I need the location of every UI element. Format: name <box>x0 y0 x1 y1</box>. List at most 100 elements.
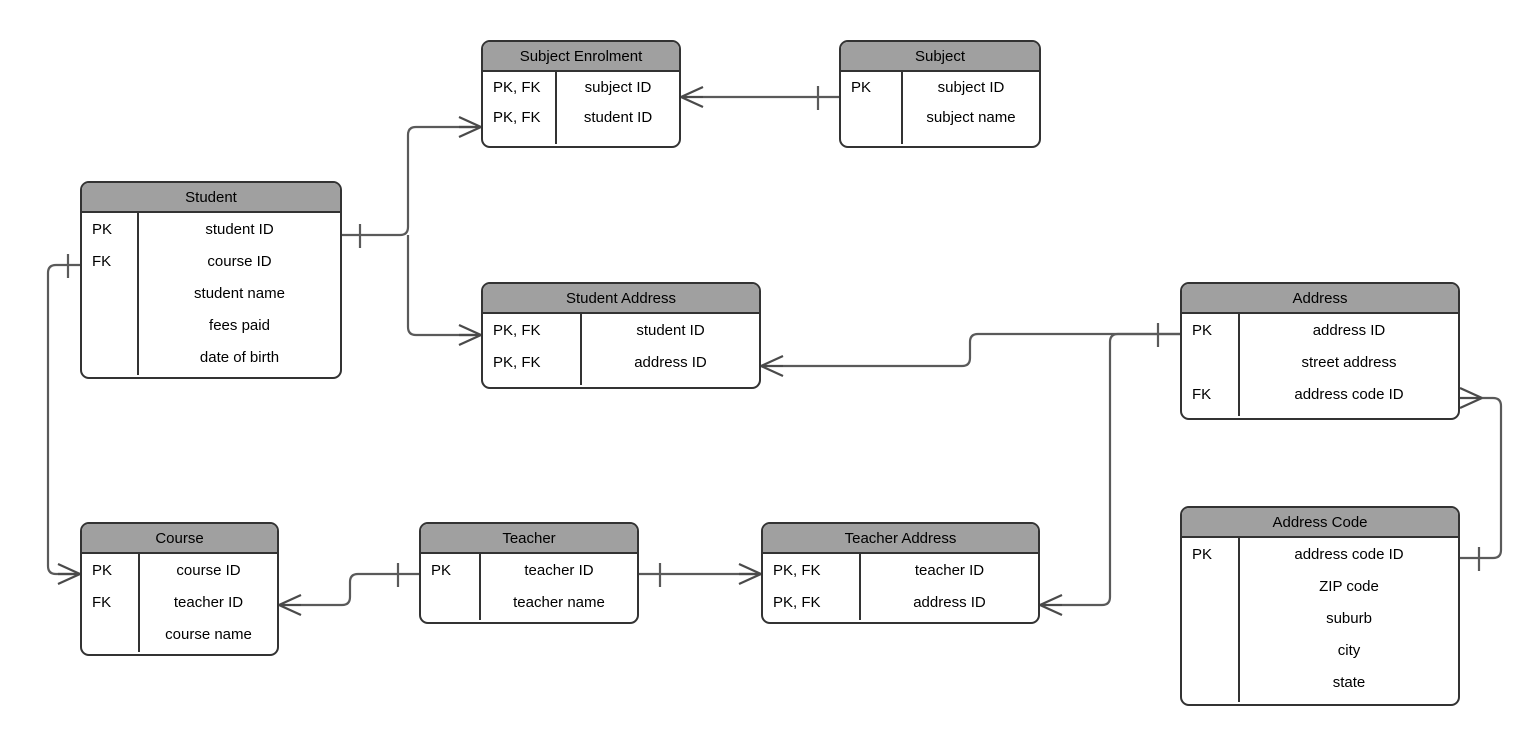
key-cell <box>1182 602 1238 634</box>
key-cell: PK <box>851 78 872 96</box>
attribute-filler <box>861 618 1038 620</box>
crowfoot-many <box>458 115 482 139</box>
entity-subject-enrolment[interactable]: Subject Enrolment PK, FK PK, FK subject … <box>481 40 681 148</box>
attribute-cell: teacher ID <box>524 561 594 579</box>
crowfoot-many <box>760 354 784 378</box>
entity-student[interactable]: Student PK FK student ID course ID stude… <box>80 181 342 379</box>
key-cell: PK <box>1192 545 1213 563</box>
entity-teacher[interactable]: Teacher PK teacher ID teacher name <box>419 522 639 624</box>
key-cell: FK <box>92 252 112 270</box>
key-cell <box>841 102 901 132</box>
key-column: PK <box>841 72 903 144</box>
key-cell: PK <box>92 561 113 579</box>
attribute-cell: student name <box>194 284 285 302</box>
key-cell: PK, FK <box>493 353 541 371</box>
entity-student-address[interactable]: Student Address PK, FK PK, FK student ID… <box>481 282 761 389</box>
attribute-cell: fees paid <box>209 316 270 334</box>
attribute-cell: teacher name <box>513 593 605 611</box>
attribute-column: subject ID subject name <box>903 72 1039 144</box>
key-column: PK <box>1182 538 1240 702</box>
key-cell: PK, FK <box>493 108 541 126</box>
attribute-filler <box>1240 410 1458 416</box>
crowfoot-many <box>57 562 81 586</box>
entity-attributes: PK, FK PK, FK subject ID student ID <box>483 72 679 144</box>
attribute-cell: subject ID <box>584 78 652 96</box>
attribute-cell: student ID <box>583 108 653 126</box>
entity-title: Teacher Address <box>763 524 1038 554</box>
attribute-cell: address ID <box>634 353 707 371</box>
key-cell <box>82 277 137 309</box>
connector-course-student <box>46 254 81 586</box>
key-cell: PK <box>92 220 113 238</box>
attribute-column: student ID course ID student name fees p… <box>139 213 340 375</box>
crowfoot-many <box>1039 593 1063 617</box>
entity-address-code[interactable]: Address Code PK address code ID ZIP code… <box>1180 506 1460 706</box>
attribute-cell: suburb <box>1326 609 1372 627</box>
key-cell <box>82 309 137 341</box>
attribute-cell: course ID <box>207 252 272 270</box>
connector-teacher-address-address <box>1039 332 1180 617</box>
key-column: PK, FK PK, FK <box>483 314 582 385</box>
key-cell: PK, FK <box>773 561 821 579</box>
entity-attributes: PK teacher ID teacher name <box>421 554 637 620</box>
key-filler <box>82 373 137 375</box>
entity-title: Student <box>82 183 340 213</box>
attribute-column: student ID address ID <box>582 314 759 385</box>
entity-address[interactable]: Address PK FK address ID street address … <box>1180 282 1460 420</box>
er-diagram-canvas: Subject Enrolment PK, FK PK, FK subject … <box>0 0 1540 744</box>
entity-attributes: PK FK address ID street address address … <box>1182 314 1458 416</box>
attribute-cell: date of birth <box>199 348 280 366</box>
key-column: PK, FK PK, FK <box>763 554 861 620</box>
attribute-filler <box>557 132 679 144</box>
key-column: PK FK <box>82 213 139 375</box>
entity-title: Address Code <box>1182 508 1458 538</box>
attribute-filler <box>1240 698 1458 702</box>
entity-attributes: PK subject ID subject name <box>841 72 1039 144</box>
key-cell: PK, FK <box>493 78 541 96</box>
crowfoot-many <box>278 593 302 617</box>
key-filler <box>841 132 901 144</box>
attribute-cell: address ID <box>913 593 986 611</box>
key-filler <box>483 132 555 144</box>
attribute-filler <box>481 618 637 620</box>
attribute-cell: address code ID <box>1294 385 1404 403</box>
key-cell: FK <box>1192 385 1212 403</box>
attribute-cell: teacher ID <box>173 593 244 611</box>
attribute-cell: subject name <box>926 108 1016 126</box>
key-cell: PK, FK <box>773 593 821 611</box>
attribute-column: teacher ID address ID <box>861 554 1038 620</box>
attribute-filler <box>139 373 340 375</box>
key-cell <box>421 586 479 618</box>
entity-teacher-address[interactable]: Teacher Address PK, FK PK, FK teacher ID… <box>761 522 1040 624</box>
attribute-column: teacher ID teacher name <box>481 554 637 620</box>
entity-subject[interactable]: Subject PK subject ID subject name <box>839 40 1041 148</box>
entity-title: Teacher <box>421 524 637 554</box>
attribute-cell: student ID <box>205 220 274 238</box>
key-filler <box>82 650 138 652</box>
key-cell <box>1182 570 1238 602</box>
entity-title: Subject <box>841 42 1039 72</box>
key-cell <box>82 618 138 650</box>
key-cell <box>82 341 137 373</box>
attribute-cell: city <box>1337 641 1361 659</box>
attribute-cell: street address <box>1301 353 1397 371</box>
key-column: PK <box>421 554 481 620</box>
attribute-column: subject ID student ID <box>557 72 679 144</box>
connector-student-address-address <box>760 323 1180 378</box>
connector-student-subject-enrolment <box>342 115 482 248</box>
attribute-cell: course name <box>165 625 252 643</box>
crowfoot-many <box>738 562 762 586</box>
attribute-cell: address code ID <box>1294 545 1404 563</box>
attribute-cell: course ID <box>176 561 241 579</box>
key-column: PK FK <box>82 554 140 652</box>
attribute-column: course ID teacher ID course name <box>140 554 277 652</box>
attribute-cell: state <box>1332 673 1366 691</box>
attribute-cell: student ID <box>636 321 705 339</box>
key-cell <box>1182 346 1238 378</box>
entity-title: Subject Enrolment <box>483 42 679 72</box>
key-filler <box>421 618 479 620</box>
entity-attributes: PK, FK PK, FK student ID address ID <box>483 314 759 385</box>
entity-course[interactable]: Course PK FK course ID teacher ID course… <box>80 522 279 656</box>
key-filler <box>483 378 580 385</box>
key-cell: FK <box>92 593 112 611</box>
